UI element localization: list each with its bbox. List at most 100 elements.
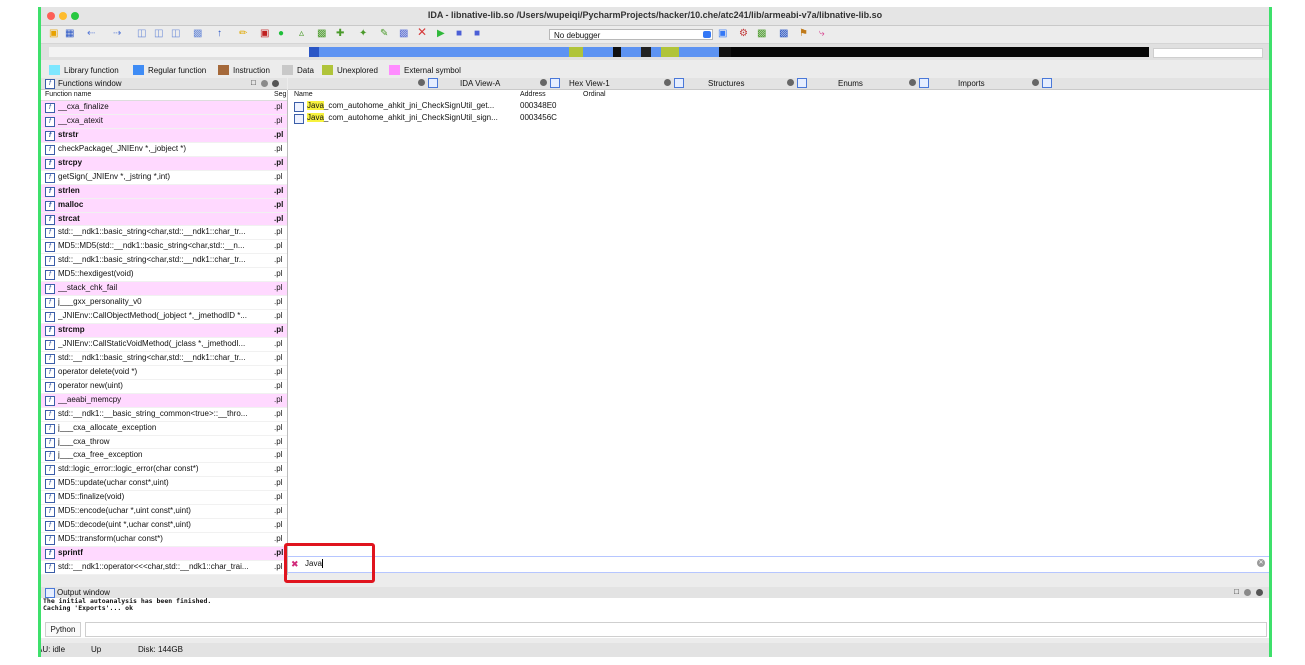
restore-icon[interactable]: □ <box>1234 586 1239 597</box>
star-icon[interactable]: ✦ <box>359 29 367 39</box>
functions-list[interactable]: Function name Seg f __cxa_finalize .pl f __c… <box>41 90 288 575</box>
function-row[interactable]: f j___cxa_allocate_exception .pl <box>41 422 287 436</box>
up-arrow-icon[interactable]: ↑ <box>217 29 222 39</box>
add-icon[interactable]: ✚ <box>336 29 344 39</box>
function-name: strcpy <box>58 157 83 167</box>
column-segment[interactable]: Seg <box>274 90 286 100</box>
function-row[interactable]: f __stack_chk_fail .pl <box>41 282 287 297</box>
function-row[interactable]: f MD5::hexdigest(void) .pl <box>41 268 287 283</box>
close-icon[interactable] <box>1256 589 1263 596</box>
close-filter-icon[interactable]: ✕ <box>1257 559 1265 567</box>
jump-icon[interactable]: ▩ <box>193 29 202 39</box>
function-row[interactable]: f std::__ndk1::basic_string<char,std::__n… <box>41 352 287 366</box>
function-row[interactable]: f std::logic_error::logic_error(char cons… <box>41 463 287 478</box>
tab-imports[interactable]: Imports <box>958 78 985 89</box>
command-input[interactable] <box>85 622 1267 637</box>
tab-hex-view[interactable]: Hex View-1 <box>569 78 610 89</box>
function-segment: .pl <box>274 450 283 460</box>
structures-icon <box>674 78 684 88</box>
find-icon[interactable]: ◫ <box>171 29 180 39</box>
column-function-name[interactable]: Function name <box>45 90 91 100</box>
tab-close-icon[interactable] <box>418 79 425 86</box>
float-icon[interactable] <box>1244 589 1251 596</box>
function-row[interactable]: f MD5::decode(uint *,uchar const*,uint) .p… <box>41 519 287 534</box>
function-row[interactable]: f std::__ndk1::basic_string<char,std::__n… <box>41 226 287 241</box>
function-row[interactable]: f j___gxx_personality_v0 .pl <box>41 296 287 311</box>
function-row[interactable]: f __aeabi_memcpy .pl <box>41 393 287 408</box>
layout-icon[interactable]: ▩ <box>399 29 408 39</box>
column-address[interactable]: Address <box>520 90 546 100</box>
script-icon[interactable]: ✏ <box>239 29 247 39</box>
export-row[interactable]: Java_com_autohome_ahkit_jni_CheckSignUti… <box>288 112 1269 124</box>
debugger-select[interactable]: No debugger <box>549 29 713 40</box>
function-row[interactable]: f MD5::finalize(void) .pl <box>41 491 287 506</box>
debug-select-icon[interactable]: ▣ <box>718 29 727 39</box>
function-row[interactable]: f std::__ndk1::operator<<<char,std::__ndk… <box>41 561 287 575</box>
function-row[interactable]: f j___cxa_free_exception .pl <box>41 449 287 464</box>
green-dot-icon[interactable]: ● <box>278 29 284 39</box>
flag-icon[interactable]: ▩ <box>779 29 788 39</box>
function-row[interactable]: f MD5::transform(uchar const*) .pl <box>41 533 287 547</box>
function-row[interactable]: f malloc .pl <box>41 198 287 213</box>
tab-close-icon[interactable] <box>1032 79 1039 86</box>
navigation-band[interactable] <box>41 44 1269 60</box>
tab-close-icon[interactable] <box>787 79 794 86</box>
close-icon[interactable] <box>272 80 279 87</box>
tab-enums[interactable]: Enums <box>838 78 863 89</box>
branch-icon[interactable]: ⚑ <box>799 29 808 39</box>
float-icon[interactable] <box>261 80 268 87</box>
tab-structures[interactable]: Structures <box>708 78 744 89</box>
navigation-field[interactable] <box>1153 48 1263 58</box>
pin-icon[interactable]: ▩ <box>757 29 766 39</box>
text-icon[interactable]: ▣ <box>260 29 269 39</box>
open-icon[interactable]: ▣ <box>49 29 58 39</box>
function-row[interactable]: f __cxa_atexit .pl <box>41 114 287 129</box>
title-bar: IDA - libnative-lib.so /Users/wupeiqi/Py… <box>41 7 1269 26</box>
function-row[interactable]: f strstr .pl <box>41 128 287 143</box>
function-row[interactable]: f strcat .pl <box>41 212 287 227</box>
wrench-icon[interactable]: ⤷ <box>819 29 825 39</box>
python-button[interactable]: Python <box>45 622 81 637</box>
function-row[interactable]: f operator delete(void *) .pl <box>41 366 287 380</box>
function-row[interactable]: f _JNIEnv::CallObjectMethod(_jobject *,_j… <box>41 310 287 324</box>
copy-icon[interactable]: ◫ <box>137 29 146 39</box>
function-row[interactable]: f operator new(uint) .pl <box>41 380 287 394</box>
function-row[interactable]: f _JNIEnv::CallStaticVoidMethod(_jclass *… <box>41 338 287 352</box>
function-row[interactable]: f getSign(_JNIEnv *,_jstring *,int) .pl <box>41 171 287 185</box>
forward-icon[interactable]: ⇢ <box>113 29 121 39</box>
exports-view[interactable]: Name Address Ordinal Java_com_autohome_a… <box>288 90 1269 556</box>
function-row[interactable]: f __cxa_finalize .pl <box>41 101 287 115</box>
function-row[interactable]: f MD5::encode(uchar *,uint const*,uint) .p… <box>41 505 287 520</box>
function-row[interactable]: f sprintf .pl <box>41 547 287 561</box>
function-row[interactable]: f strcmp .pl <box>41 324 287 338</box>
function-row[interactable]: f strcpy .pl <box>41 156 287 171</box>
output-window[interactable]: The initial autoanalysis has been finish… <box>41 598 1269 638</box>
function-row[interactable]: f std::__ndk1::basic_string<char,std::__n… <box>41 254 287 269</box>
function-row[interactable]: f std::__ndk1::__basic_string_common<true… <box>41 408 287 422</box>
graph-icon[interactable]: ▵ <box>299 29 304 39</box>
stop-icon[interactable]: ■ <box>474 29 480 39</box>
function-row[interactable]: f MD5::update(uchar const*,uint) .pl <box>41 477 287 492</box>
column-name[interactable]: Name <box>294 90 313 100</box>
tab-close-icon[interactable] <box>909 79 916 86</box>
tab-ida-view[interactable]: IDA View-A <box>460 78 500 89</box>
brush-icon[interactable]: ✎ <box>380 29 388 39</box>
back-icon[interactable]: ⇠ <box>87 29 95 39</box>
column-ordinal[interactable]: Ordinal <box>583 90 606 100</box>
function-row[interactable]: f MD5::MD5(std::__ndk1::basic_string<char… <box>41 240 287 255</box>
export-row[interactable]: Java_com_autohome_ahkit_jni_CheckSignUti… <box>288 100 1269 112</box>
settings-icon[interactable]: ⚙ <box>739 29 748 39</box>
tab-close-icon[interactable] <box>664 79 671 86</box>
restore-icon[interactable]: □ <box>251 77 256 88</box>
tab-close-icon[interactable] <box>540 79 547 86</box>
pause-icon[interactable]: ■ <box>456 29 462 39</box>
save-icon[interactable]: ▦ <box>65 29 74 39</box>
cancel-icon[interactable]: ✕ <box>417 26 427 38</box>
chart-icon[interactable]: ▩ <box>317 29 326 39</box>
navigation-track[interactable] <box>49 47 1149 57</box>
function-row[interactable]: f j___cxa_throw .pl <box>41 436 287 450</box>
play-icon[interactable]: ▶ <box>437 29 445 39</box>
function-row[interactable]: f strlen .pl <box>41 184 287 199</box>
function-row[interactable]: f checkPackage(_JNIEnv *,_jobject *) .pl <box>41 143 287 157</box>
paste-icon[interactable]: ◫ <box>154 29 163 39</box>
